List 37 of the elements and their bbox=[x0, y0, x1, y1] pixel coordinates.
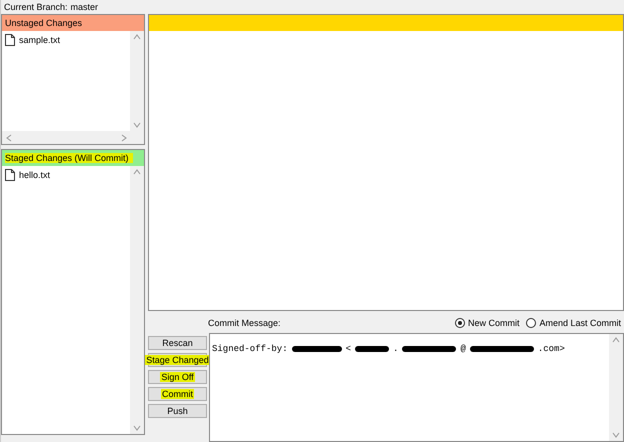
message-text: Signed-off-by: bbox=[212, 344, 288, 354]
message-text: @ bbox=[460, 344, 466, 354]
redaction-mark bbox=[355, 346, 390, 352]
redaction-mark bbox=[470, 346, 534, 352]
action-button[interactable]: Push bbox=[148, 404, 207, 418]
branch-label: Current Branch: bbox=[4, 2, 68, 12]
commit-message-label: Commit Message: bbox=[208, 318, 281, 328]
scroll-up-icon[interactable] bbox=[133, 33, 141, 41]
commit-message-field[interactable]: Signed-off-by: < . @ .com> bbox=[209, 333, 624, 442]
scroll-down-icon[interactable] bbox=[612, 431, 620, 439]
scroll-down-icon[interactable] bbox=[133, 424, 141, 432]
message-text: .com> bbox=[538, 344, 565, 354]
scroll-right-icon[interactable] bbox=[120, 134, 128, 142]
pane-title: Staged Changes (Will Commit) bbox=[5, 153, 133, 163]
redaction-mark bbox=[402, 346, 456, 352]
scroll-down-icon[interactable] bbox=[133, 121, 141, 129]
action-button[interactable]: Stage Changed bbox=[148, 353, 207, 367]
pane-title: Unstaged Changes bbox=[5, 18, 84, 28]
file-item[interactable]: sample.txt bbox=[5, 32, 127, 48]
action-button[interactable]: Rescan bbox=[148, 336, 207, 350]
scroll-up-icon[interactable] bbox=[133, 168, 141, 176]
action-button[interactable]: Commit bbox=[148, 387, 207, 401]
action-button[interactable]: Sign Off bbox=[148, 370, 207, 384]
redaction-mark bbox=[292, 346, 342, 352]
file-item[interactable]: hello.txt bbox=[5, 167, 127, 183]
commit-mode-radio[interactable]: New Commit bbox=[454, 318, 520, 328]
scrollbar[interactable] bbox=[2, 131, 144, 144]
scroll-left-icon[interactable] bbox=[5, 134, 13, 142]
file-icon bbox=[5, 169, 15, 181]
file-icon bbox=[5, 34, 15, 46]
message-text: < bbox=[346, 344, 352, 354]
branch-name: master bbox=[70, 2, 98, 12]
scrollbar[interactable] bbox=[130, 31, 144, 131]
scroll-up-icon[interactable] bbox=[612, 336, 620, 344]
message-text: . bbox=[393, 344, 398, 354]
scrollbar[interactable] bbox=[130, 166, 144, 434]
commit-mode-radio[interactable]: Amend Last Commit bbox=[526, 318, 621, 328]
